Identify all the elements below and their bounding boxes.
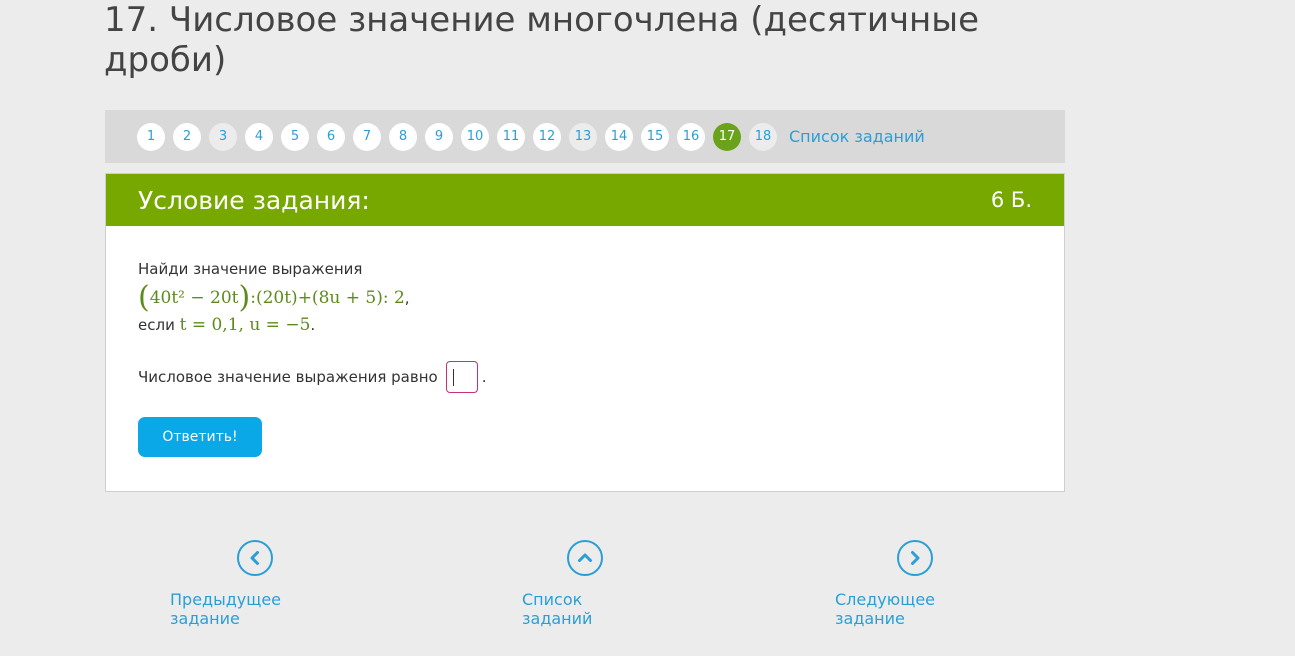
expression-open-paren: ( bbox=[138, 280, 150, 315]
expression-close-paren: ) bbox=[238, 280, 251, 315]
page-title: 17. Числовое значение многочлена (десяти… bbox=[104, 0, 980, 80]
task-prompt: Найди значение выражения bbox=[138, 260, 363, 278]
task-list-link-top[interactable]: Список заданий bbox=[789, 127, 925, 146]
expression-inner: 40t² − 20t bbox=[149, 288, 239, 308]
task-number-1[interactable]: 1 bbox=[137, 122, 165, 151]
task-condition-heading: Условие задания: bbox=[138, 185, 370, 215]
task-number-13[interactable]: 13 bbox=[569, 122, 597, 151]
task-list-link-bottom[interactable]: Список заданий bbox=[522, 540, 648, 628]
task-number-10[interactable]: 10 bbox=[461, 122, 489, 151]
task-number-4[interactable]: 4 bbox=[245, 122, 273, 151]
condition-math: t = 0,1, u = −5 bbox=[179, 315, 311, 335]
task-card-body: Найди значение выражения ( 40t² − 20t ) … bbox=[106, 226, 1064, 457]
chevron-left-icon bbox=[237, 540, 273, 576]
task-number-17[interactable]: 17 bbox=[713, 122, 741, 151]
task-number-18[interactable]: 18 bbox=[749, 122, 777, 151]
task-navigation-bar: 1 2 3 4 5 6 7 8 9 10 11 12 13 14 15 16 17 18 Список задани… bbox=[105, 110, 1065, 163]
answer-suffix: . bbox=[481, 368, 487, 386]
task-condition: если t = 0,1, u = −5. bbox=[138, 315, 1032, 335]
task-points: 6 Б. bbox=[990, 188, 1032, 212]
previous-task-link[interactable]: Предыдущее задание bbox=[170, 540, 340, 628]
expression-trailing: , bbox=[404, 289, 410, 307]
previous-task-label: Предыдущее задание bbox=[170, 590, 282, 628]
next-task-label: Следующее задание bbox=[835, 590, 935, 628]
chevron-right-icon bbox=[897, 540, 933, 576]
condition-prefix: если bbox=[138, 316, 180, 334]
answer-input[interactable] bbox=[445, 361, 478, 393]
answer-line: Числовое значение выражения равно . bbox=[138, 361, 1032, 393]
task-card-header: Условие задания: 6 Б. bbox=[106, 174, 1064, 226]
task-expression: ( 40t² − 20t ) :(20t)+(8u + 5): 2 , bbox=[138, 281, 1032, 315]
task-number-15[interactable]: 15 bbox=[641, 122, 669, 151]
task-list-label: Список заданий bbox=[522, 590, 593, 628]
task-number-16[interactable]: 16 bbox=[677, 122, 705, 151]
task-number-6[interactable]: 6 bbox=[317, 122, 345, 151]
task-number-14[interactable]: 14 bbox=[605, 122, 633, 151]
expression-rest: :(20t)+(8u + 5): 2 bbox=[250, 288, 405, 308]
task-number-7[interactable]: 7 bbox=[353, 122, 381, 151]
chevron-up-icon bbox=[567, 540, 603, 576]
task-number-9[interactable]: 9 bbox=[425, 122, 453, 151]
task-number-3[interactable]: 3 bbox=[209, 122, 237, 151]
task-number-12[interactable]: 12 bbox=[533, 122, 561, 151]
task-number-5[interactable]: 5 bbox=[281, 122, 309, 151]
task-card: Условие задания: 6 Б. Найди значение выр… bbox=[105, 173, 1065, 492]
condition-suffix: . bbox=[310, 316, 316, 334]
task-number-2[interactable]: 2 bbox=[173, 122, 201, 151]
answer-label: Числовое значение выражения равно bbox=[138, 368, 438, 386]
task-number-11[interactable]: 11 bbox=[497, 122, 525, 151]
task-number-8[interactable]: 8 bbox=[389, 122, 417, 151]
next-task-link[interactable]: Следующее задание bbox=[835, 540, 995, 628]
submit-answer-button[interactable]: Ответить! bbox=[138, 417, 262, 457]
